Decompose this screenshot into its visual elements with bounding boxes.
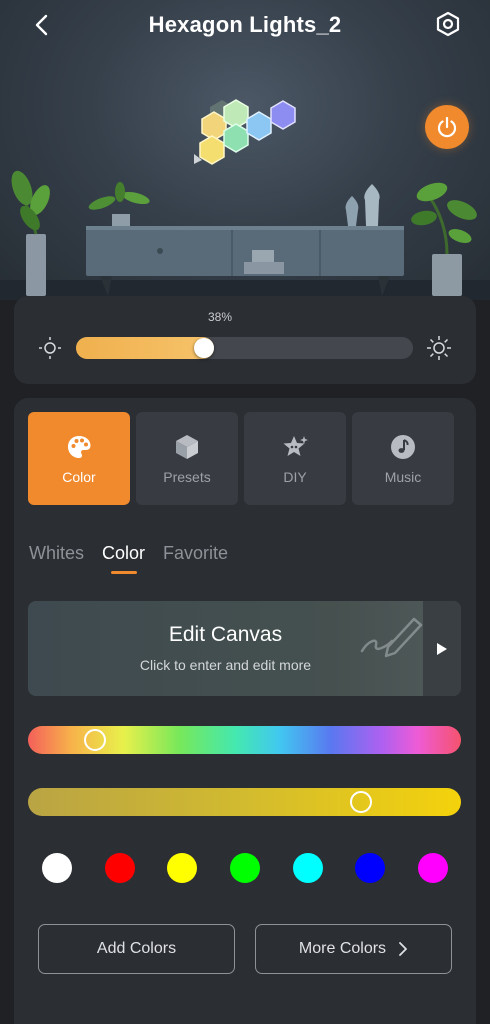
edit-canvas-title: Edit Canvas	[168, 623, 283, 646]
play-right-icon	[437, 642, 447, 655]
color-swatches	[42, 853, 448, 883]
sun-high-icon	[427, 336, 451, 360]
mode-color-button[interactable]: Color	[28, 412, 130, 505]
saturation-slider[interactable]	[28, 788, 461, 816]
cube-icon	[173, 433, 201, 461]
top-bar: Hexagon Lights_2	[0, 0, 490, 50]
brightness-slider[interactable]	[76, 337, 413, 359]
right-plant-illustration	[411, 182, 477, 296]
color-swatch[interactable]	[167, 853, 198, 883]
saturation-thumb[interactable]	[350, 791, 373, 813]
mode-selector: Color Presets DIY Music	[28, 412, 454, 505]
music-note-icon	[389, 433, 417, 461]
hue-slider[interactable]	[28, 726, 461, 754]
chevron-right-icon	[399, 942, 407, 956]
tab-color[interactable]: Color	[102, 543, 145, 574]
mode-label: Music	[384, 468, 422, 485]
chevron-left-icon	[35, 14, 48, 36]
edit-canvas-open-button[interactable]	[423, 601, 461, 696]
mode-presets-button[interactable]: Presets	[136, 412, 238, 505]
control-panel: Color Presets DIY Music Whites Color Fav…	[14, 398, 476, 1024]
more-colors-button[interactable]: More Colors	[255, 924, 452, 974]
power-icon	[437, 116, 457, 138]
color-swatch[interactable]	[292, 853, 323, 883]
color-swatch[interactable]	[230, 853, 260, 883]
brightness-percent: 38%	[207, 310, 233, 324]
settings-button[interactable]	[432, 8, 464, 40]
mode-diy-button[interactable]: DIY	[244, 412, 346, 505]
back-button[interactable]	[26, 10, 56, 40]
brightness-thumb[interactable]	[194, 338, 215, 358]
palette-icon	[65, 433, 93, 461]
color-swatch[interactable]	[418, 853, 448, 883]
hexagon-lights-illustration	[194, 99, 296, 165]
edit-canvas-card[interactable]: Edit Canvas Click to enter and edit more	[28, 601, 461, 696]
edit-canvas-subtitle: Click to enter and edit more	[139, 657, 312, 673]
power-button[interactable]	[425, 105, 469, 149]
add-colors-button[interactable]: Add Colors	[38, 924, 235, 974]
add-colors-label: Add Colors	[96, 940, 177, 957]
mode-music-button[interactable]: Music	[352, 412, 454, 505]
star-sparkle-icon	[281, 433, 309, 461]
hexagon-settings-icon	[436, 11, 460, 37]
color-swatch[interactable]	[42, 853, 72, 883]
hue-thumb[interactable]	[84, 729, 107, 751]
room-preview: Hexagon Lights_2	[0, 0, 490, 300]
color-tabs: Whites Color Favorite	[29, 543, 246, 574]
color-swatch[interactable]	[104, 853, 135, 883]
page-title: Hexagon Lights_2	[148, 12, 342, 37]
sun-low-icon	[39, 337, 61, 359]
mode-label: DIY	[283, 468, 307, 485]
tab-whites[interactable]: Whites	[29, 543, 84, 574]
more-colors-label: More Colors	[298, 940, 387, 957]
brightness-card: 38%	[14, 296, 476, 384]
tv-cabinet-illustration	[86, 182, 404, 296]
mode-label: Presets	[163, 468, 211, 485]
mode-label: Color	[62, 468, 96, 485]
tab-favorite[interactable]: Favorite	[163, 543, 228, 574]
left-plant-illustration	[11, 170, 50, 296]
color-swatch[interactable]	[355, 853, 386, 883]
